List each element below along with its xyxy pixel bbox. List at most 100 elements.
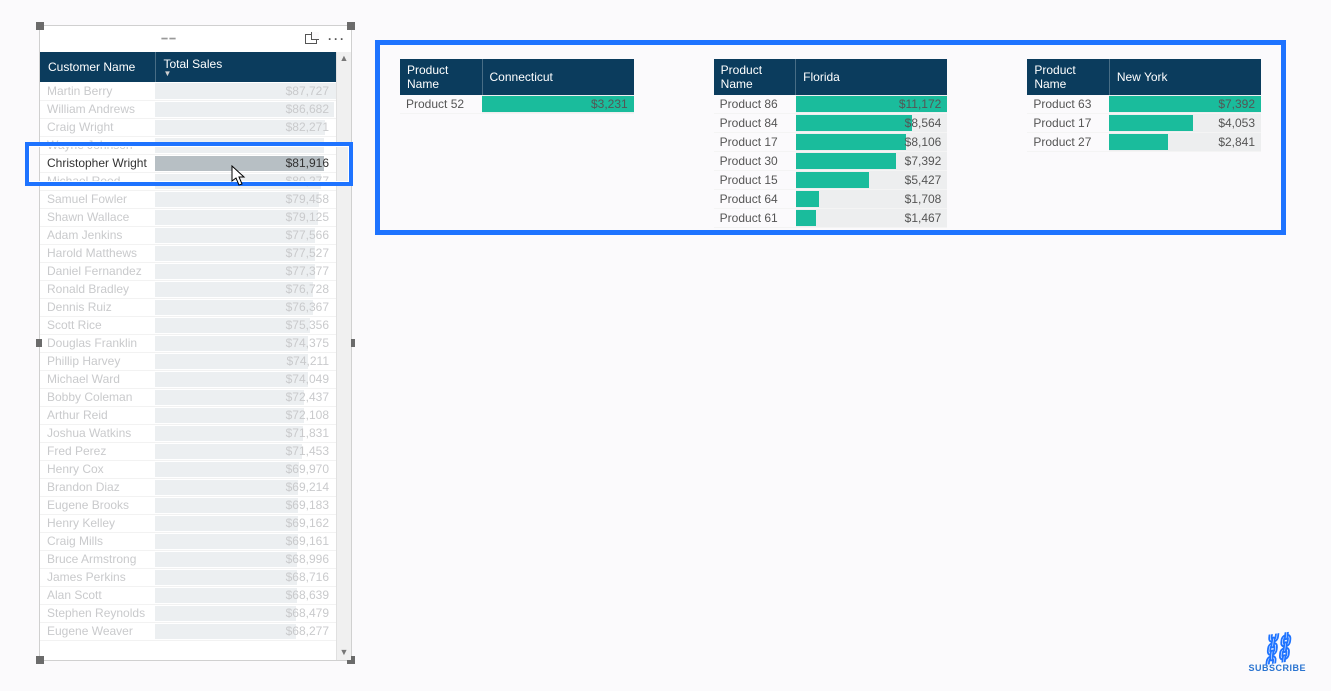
table-row[interactable]: Daniel Fernandez$77,377 <box>40 262 336 280</box>
customer-name-cell[interactable]: James Perkins <box>40 568 155 586</box>
customer-name-cell[interactable]: Dennis Ruiz <box>40 298 155 316</box>
col-product-name[interactable]: Product Name <box>400 59 482 95</box>
customer-name-cell[interactable]: Arthur Reid <box>40 406 155 424</box>
total-sales-cell[interactable]: $87,727 <box>155 82 336 100</box>
total-sales-cell[interactable]: $72,437 <box>155 388 336 406</box>
customer-name-cell[interactable]: Shawn Wallace <box>40 208 155 226</box>
customer-name-cell[interactable]: Eugene Brooks <box>40 496 155 514</box>
product-name-cell[interactable]: Product 64 <box>714 190 796 209</box>
customer-name-cell[interactable]: Alan Scott <box>40 586 155 604</box>
product-value-cell[interactable]: $8,106 <box>796 133 948 152</box>
product-value-cell[interactable]: $3,231 <box>482 95 634 114</box>
customer-name-cell[interactable]: Joshua Watkins <box>40 424 155 442</box>
product-name-cell[interactable]: Product 17 <box>1027 114 1109 133</box>
product-name-cell[interactable]: Product 15 <box>714 171 796 190</box>
table-row[interactable]: Product 64$1,708 <box>714 190 948 209</box>
product-name-cell[interactable]: Product 17 <box>714 133 796 152</box>
col-product-name[interactable]: Product Name <box>714 59 796 95</box>
total-sales-cell[interactable]: $72,108 <box>155 406 336 424</box>
customer-name-cell[interactable]: Scott Rice <box>40 316 155 334</box>
product-value-cell[interactable]: $11,172 <box>796 95 948 114</box>
customer-name-cell[interactable]: Craig Mills <box>40 532 155 550</box>
table-row[interactable]: Samuel Fowler$79,458 <box>40 190 336 208</box>
more-options-icon[interactable]: ··· <box>329 31 345 47</box>
scrollbar[interactable]: ▲ ▼ <box>336 52 351 660</box>
table-row[interactable]: Harold Matthews$77,527 <box>40 244 336 262</box>
customer-name-cell[interactable]: Craig Wright <box>40 118 155 136</box>
total-sales-cell[interactable]: $69,162 <box>155 514 336 532</box>
product-name-cell[interactable]: Product 27 <box>1027 133 1109 152</box>
total-sales-cell[interactable]: $71,831 <box>155 424 336 442</box>
total-sales-cell[interactable]: $77,527 <box>155 244 336 262</box>
table-row[interactable]: Product 63$7,392 <box>1027 95 1261 114</box>
product-name-cell[interactable]: Product 61 <box>714 209 796 228</box>
total-sales-cell[interactable]: $79,125 <box>155 208 336 226</box>
customer-name-cell[interactable]: Henry Kelley <box>40 514 155 532</box>
total-sales-cell[interactable]: $68,996 <box>155 550 336 568</box>
customer-name-cell[interactable]: Bobby Coleman <box>40 388 155 406</box>
col-customer-name[interactable]: Customer Name <box>40 52 155 82</box>
table-row[interactable]: Wayne Johnson <box>40 136 336 154</box>
table-row[interactable]: Joshua Watkins$71,831 <box>40 424 336 442</box>
product-value-cell[interactable]: $7,392 <box>796 152 948 171</box>
customer-table[interactable]: Customer Name Total Sales▼ Martin Berry$… <box>40 52 336 641</box>
product-value-cell[interactable]: $5,427 <box>796 171 948 190</box>
table-row[interactable]: Eugene Weaver$68,277 <box>40 622 336 640</box>
product-value-cell[interactable]: $2,841 <box>1109 133 1261 152</box>
table-row[interactable]: Henry Cox$69,970 <box>40 460 336 478</box>
table-row[interactable]: Shawn Wallace$79,125 <box>40 208 336 226</box>
total-sales-cell[interactable]: $69,161 <box>155 532 336 550</box>
table-row[interactable]: Craig Wright$82,271 <box>40 118 336 136</box>
resize-handle[interactable] <box>36 22 44 30</box>
customer-name-cell[interactable]: Fred Perez <box>40 442 155 460</box>
customer-name-cell[interactable]: Samuel Fowler <box>40 190 155 208</box>
table-row[interactable]: Product 86$11,172 <box>714 95 948 114</box>
total-sales-cell[interactable]: $68,277 <box>155 622 336 640</box>
table-row[interactable]: Fred Perez$71,453 <box>40 442 336 460</box>
subscribe-badge[interactable]: ⛓ SUBSCRIBE <box>1248 635 1306 673</box>
table-row[interactable]: Scott Rice$75,356 <box>40 316 336 334</box>
scroll-down-icon[interactable]: ▼ <box>337 646 351 660</box>
total-sales-cell[interactable]: $74,375 <box>155 334 336 352</box>
customer-name-cell[interactable]: Wayne Johnson <box>40 136 155 154</box>
table-row[interactable]: Eugene Brooks$69,183 <box>40 496 336 514</box>
customer-sales-visual[interactable]: ━━ ··· Customer Name Total Sales▼ Martin… <box>39 25 352 661</box>
customer-name-cell[interactable]: Bruce Armstrong <box>40 550 155 568</box>
table-row[interactable]: James Perkins$68,716 <box>40 568 336 586</box>
customer-name-cell[interactable]: Adam Jenkins <box>40 226 155 244</box>
product-name-cell[interactable]: Product 84 <box>714 114 796 133</box>
customer-name-cell[interactable]: Douglas Franklin <box>40 334 155 352</box>
col-state-value[interactable]: Florida <box>796 59 948 95</box>
total-sales-cell[interactable]: $69,183 <box>155 496 336 514</box>
product-value-cell[interactable]: $8,564 <box>796 114 948 133</box>
drag-grip-icon[interactable]: ━━ <box>46 34 293 45</box>
total-sales-cell[interactable]: $68,479 <box>155 604 336 622</box>
table-row[interactable]: Product 52$3,231 <box>400 95 634 114</box>
customer-name-cell[interactable]: Christopher Wright <box>40 154 155 172</box>
table-row[interactable]: Product 30$7,392 <box>714 152 948 171</box>
table-row[interactable]: Martin Berry$87,727 <box>40 82 336 100</box>
col-state-value[interactable]: Connecticut <box>482 59 634 95</box>
customer-name-cell[interactable]: Daniel Fernandez <box>40 262 155 280</box>
customer-name-cell[interactable]: Michael Reed <box>40 172 155 190</box>
total-sales-cell[interactable]: $69,214 <box>155 478 336 496</box>
table-row[interactable]: Douglas Franklin$74,375 <box>40 334 336 352</box>
total-sales-cell[interactable]: $69,970 <box>155 460 336 478</box>
total-sales-cell[interactable]: $77,566 <box>155 226 336 244</box>
product-value-cell[interactable]: $4,053 <box>1109 114 1261 133</box>
product-value-cell[interactable]: $1,467 <box>796 209 948 228</box>
customer-name-cell[interactable]: Eugene Weaver <box>40 622 155 640</box>
focus-mode-icon[interactable] <box>303 31 319 47</box>
table-row[interactable]: William Andrews$86,682 <box>40 100 336 118</box>
table-row[interactable]: Michael Reed$80,277 <box>40 172 336 190</box>
total-sales-cell[interactable]: $68,716 <box>155 568 336 586</box>
table-row[interactable]: Bobby Coleman$72,437 <box>40 388 336 406</box>
customer-name-cell[interactable]: Henry Cox <box>40 460 155 478</box>
product-value-cell[interactable]: $7,392 <box>1109 95 1261 114</box>
table-row[interactable]: Phillip Harvey$74,211 <box>40 352 336 370</box>
table-row[interactable]: Christopher Wright$81,916 <box>40 154 336 172</box>
total-sales-cell[interactable]: $82,271 <box>155 118 336 136</box>
total-sales-cell[interactable]: $74,211 <box>155 352 336 370</box>
product-name-cell[interactable]: Product 30 <box>714 152 796 171</box>
total-sales-cell[interactable]: $71,453 <box>155 442 336 460</box>
